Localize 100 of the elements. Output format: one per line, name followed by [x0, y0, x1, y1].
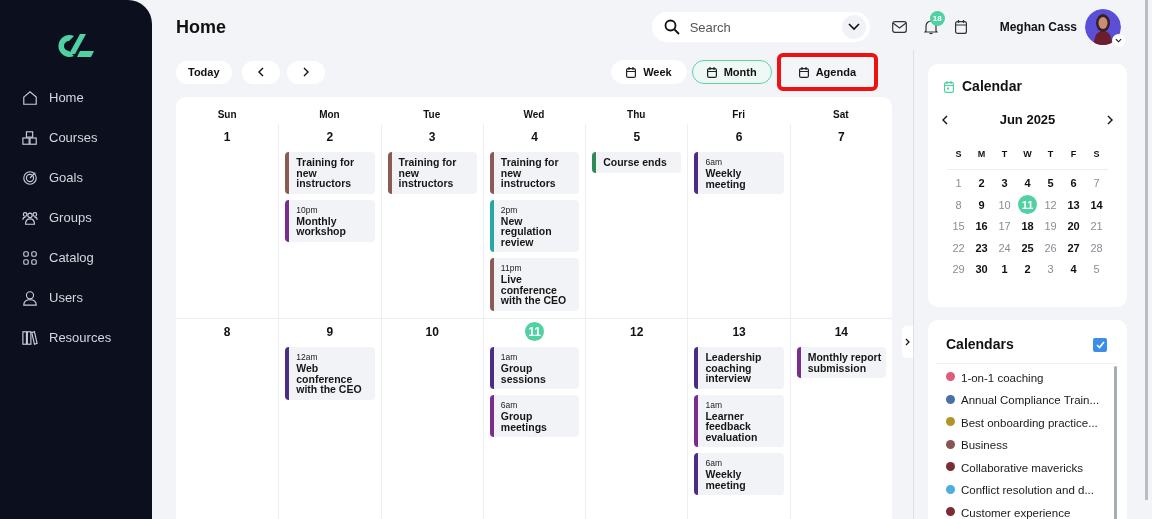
calendar-day[interactable]: 21 [1087, 216, 1106, 236]
event-card[interactable]: 2pm New regulation review [489, 199, 580, 252]
view-tab[interactable]: Week [611, 60, 687, 84]
event-card[interactable]: 6am Group meetings [489, 395, 580, 437]
calendar-day[interactable]: 2 [1018, 259, 1037, 279]
calendar-day[interactable]: 28 [1087, 238, 1106, 258]
calendar-day[interactable]: 15 [949, 216, 968, 236]
calendar-day[interactable]: 12 [1041, 195, 1060, 215]
calendar-item[interactable]: Annual Compliance Train... [946, 392, 1114, 409]
event-card[interactable]: Training for new instructors [489, 152, 580, 194]
event-card[interactable]: 6am Weekly meeting [694, 453, 784, 495]
day-number: 3 [427, 128, 437, 146]
event-title: Training for new instructors [500, 157, 560, 189]
calendar-item[interactable]: Conflict resolution and d... [946, 482, 1114, 499]
event-card[interactable]: 1am Learner feedback evaluation [694, 394, 784, 447]
chevron-right-icon[interactable] [1107, 114, 1113, 125]
view-tab[interactable]: Month [691, 60, 772, 84]
event-title: Group sessions [500, 363, 547, 384]
calendar-day[interactable]: 30 [972, 259, 991, 279]
today-button[interactable]: Today [176, 60, 232, 84]
scrollbar[interactable] [1145, 0, 1148, 500]
event-card[interactable]: 6am Weekly meeting [694, 152, 784, 194]
card-title: Calendar [962, 77, 1022, 96]
calendar-day[interactable]: 9 [972, 195, 991, 215]
event-card[interactable]: 12am Web conference with the CEO [285, 347, 375, 400]
calendar-day[interactable]: 4 [1018, 173, 1037, 193]
chevron-down-icon [847, 23, 860, 31]
nav-item[interactable]: Resources [22, 326, 152, 350]
day-number: 7 [837, 128, 846, 146]
view-tab[interactable]: Agenda [776, 53, 878, 91]
chevron-right-icon [302, 67, 309, 77]
nav-item[interactable]: Courses [22, 126, 152, 150]
month-label: Jun 2025 [999, 111, 1056, 129]
calendar-day[interactable]: 5 [1041, 173, 1060, 193]
calendar-icon[interactable] [954, 20, 967, 34]
event-time: 2pm [500, 204, 519, 216]
calendar-day[interactable]: 5 [1087, 259, 1106, 279]
calendar-day[interactable]: 29 [949, 259, 968, 279]
event-card[interactable]: Leadership coaching interview [694, 347, 784, 389]
calendar-day[interactable]: 27 [1064, 238, 1083, 258]
nav-item[interactable]: Users [22, 286, 152, 310]
event-card[interactable]: Monthly report submission [796, 347, 886, 378]
nav-item[interactable]: Goals [22, 166, 152, 190]
weekday-label: Mon [318, 108, 341, 122]
calendar-day[interactable]: 3 [1041, 259, 1060, 279]
chevron-left-icon[interactable] [942, 114, 948, 125]
calendar-day[interactable]: 2 [972, 173, 991, 193]
next-button[interactable] [286, 60, 325, 84]
previous-button[interactable] [241, 60, 280, 84]
calendar-day[interactable]: 8 [949, 195, 968, 215]
calendar-day[interactable]: 13 [1064, 195, 1083, 215]
chevron-down-icon[interactable] [1112, 34, 1125, 47]
weekday-label: Tue [422, 108, 442, 122]
target-icon [22, 170, 38, 186]
calendar-day[interactable]: 7 [1087, 173, 1106, 193]
calendar-day[interactable]: 19 [1041, 216, 1060, 236]
event-time: 11pm [500, 263, 523, 274]
checkbox[interactable] [1093, 337, 1107, 352]
event-card[interactable]: 10pm Monthly workshop [285, 199, 375, 242]
weekday-label: F [1069, 147, 1078, 161]
event-card[interactable]: 1am Group sessions [489, 347, 580, 389]
calendar-day[interactable]: 17 [995, 216, 1014, 236]
bell-icon[interactable] [923, 19, 938, 35]
calendar-day[interactable]: 1 [995, 259, 1014, 279]
nav-item[interactable]: Groups [22, 206, 152, 230]
nav-item[interactable]: Home [22, 86, 152, 110]
expand-button[interactable] [902, 326, 913, 358]
calendar-day[interactable]: 25 [1018, 238, 1037, 258]
event-card[interactable]: Course ends [592, 152, 682, 173]
calendar-day[interactable]: 14 [1087, 195, 1106, 215]
calendar-day[interactable]: 16 [972, 216, 991, 236]
weekday-label: T [1000, 147, 1009, 161]
calendar-day[interactable]: 3 [995, 173, 1014, 193]
day-number: 4 [530, 128, 539, 146]
calendar-day[interactable]: 10 [995, 195, 1014, 215]
event-card[interactable]: Training for new instructors [387, 152, 477, 194]
calendar-day[interactable]: 26 [1041, 238, 1060, 258]
calendar-item[interactable]: Customer experience [946, 505, 1114, 519]
calendar-day[interactable]: 23 [972, 238, 991, 258]
event-card[interactable]: 11pm Live conference with the CEO [489, 258, 580, 311]
event-title: New regulation review [500, 215, 553, 247]
day-number: 2 [325, 128, 335, 146]
calendar-item[interactable]: Best onboarding practice... [946, 415, 1114, 432]
calendar-day[interactable]: 18 [1018, 216, 1037, 236]
scrollbar[interactable] [1114, 366, 1117, 519]
day-number: 11 [525, 322, 544, 341]
search-field[interactable]: Search [651, 12, 870, 42]
event-card[interactable]: Training for new instructors [285, 152, 375, 194]
calendar-item[interactable]: 1-on-1 coaching [946, 370, 1114, 387]
calendar-day[interactable]: 22 [949, 238, 968, 258]
calendar-item[interactable]: Business [946, 437, 1114, 454]
mail-icon[interactable] [891, 21, 907, 33]
calendar-day[interactable]: 20 [1064, 216, 1083, 236]
calendar-item[interactable]: Collaborative mavericks [946, 460, 1114, 477]
weekday-label: Fri [731, 108, 746, 122]
people-icon [22, 210, 38, 226]
nav-item[interactable]: Catalog [22, 246, 152, 270]
calendar-day[interactable]: 4 [1064, 259, 1083, 279]
weekday-label: S [954, 147, 963, 161]
calendar-day[interactable]: 6 [1064, 173, 1083, 193]
